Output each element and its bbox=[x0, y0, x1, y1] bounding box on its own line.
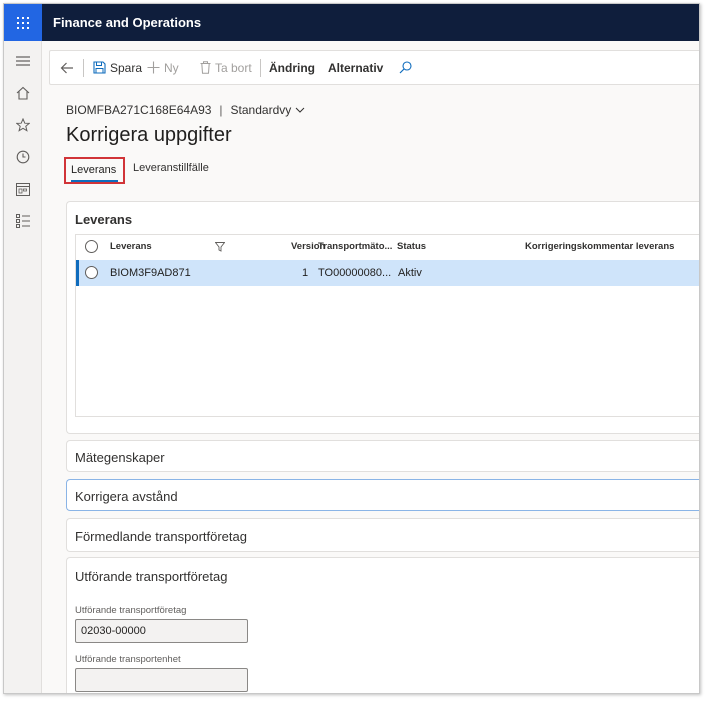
filter-icon[interactable] bbox=[215, 242, 225, 252]
hamburger-icon[interactable] bbox=[10, 49, 36, 73]
waffle-icon[interactable] bbox=[4, 4, 42, 41]
save-label: Spara bbox=[110, 60, 143, 75]
column-header-transport[interactable]: Transportmäto... bbox=[318, 235, 392, 259]
section-title: Förmedlande transportföretag bbox=[75, 529, 247, 544]
select-all-radio[interactable] bbox=[85, 240, 98, 253]
action-pane: Spara Ny Ta bort Ändring Alternativ bbox=[49, 50, 699, 85]
leverans-card: Leverans Leverans Version Transportmäto.… bbox=[66, 201, 699, 434]
edit-label: Ändring bbox=[269, 60, 315, 75]
workspace-icon[interactable] bbox=[10, 177, 36, 201]
delete-button[interactable]: Ta bort bbox=[200, 51, 252, 84]
new-button[interactable]: Ny bbox=[147, 51, 179, 84]
app-window: Finance and Operations Spara Ny Ta bort … bbox=[3, 3, 700, 694]
clock-icon[interactable] bbox=[10, 145, 36, 169]
section-title: Korrigera avstånd bbox=[75, 489, 178, 504]
delete-label: Ta bort bbox=[215, 60, 252, 75]
cell-transport[interactable]: TO00000080... bbox=[318, 260, 391, 286]
tab-leveranstillfalle[interactable]: Leveranstillfälle bbox=[133, 162, 209, 174]
back-button[interactable] bbox=[60, 51, 74, 84]
view-selector[interactable]: Standardvy bbox=[231, 103, 306, 117]
breadcrumb-separator: | bbox=[219, 103, 223, 117]
separator bbox=[260, 59, 261, 77]
section-title[interactable]: Utförande transportföretag bbox=[75, 569, 227, 584]
options-label: Alternativ bbox=[328, 60, 384, 75]
section-title: Mätegenskaper bbox=[75, 450, 165, 465]
star-icon[interactable] bbox=[10, 113, 36, 137]
section-korrigera-avstand[interactable]: Korrigera avstånd bbox=[66, 479, 699, 511]
search-button[interactable] bbox=[399, 51, 412, 84]
save-icon bbox=[93, 61, 106, 74]
leverans-grid: Leverans Version Transportmäto... Status… bbox=[75, 234, 699, 417]
section-formedlande[interactable]: Förmedlande transportföretag bbox=[66, 518, 699, 552]
cell-version: 1 bbox=[302, 267, 309, 279]
top-bar: Finance and Operations bbox=[4, 4, 699, 41]
tab-active-indicator bbox=[71, 180, 118, 182]
save-button[interactable]: Spara bbox=[93, 51, 142, 84]
column-header-status[interactable]: Status bbox=[397, 235, 426, 259]
separator bbox=[83, 59, 84, 77]
company-field[interactable]: 02030-00000 bbox=[75, 619, 248, 643]
row-select-radio[interactable] bbox=[85, 266, 98, 279]
leverans-card-title[interactable]: Leverans bbox=[75, 212, 132, 227]
column-header-kommentar[interactable]: Korrigeringskommentar leverans bbox=[525, 235, 674, 259]
search-icon bbox=[399, 61, 412, 74]
company-field-label: Utförande transportföretag bbox=[75, 605, 187, 616]
trash-icon bbox=[200, 61, 211, 74]
back-arrow-icon bbox=[60, 62, 73, 73]
section-utforande: Utförande transportföretag Utförande tra… bbox=[66, 557, 699, 693]
cell-leverans[interactable]: BIOM3F9AD871 bbox=[110, 260, 191, 286]
table-row[interactable]: BIOM3F9AD871 1 TO00000080... Aktiv bbox=[76, 260, 699, 286]
tab-label: Leverans bbox=[71, 164, 117, 176]
options-button[interactable]: Alternativ bbox=[328, 51, 383, 84]
cell-status: Aktiv bbox=[398, 267, 422, 279]
chevron-down-icon bbox=[295, 107, 305, 113]
tab-leverans[interactable]: Leverans bbox=[64, 157, 125, 184]
unit-field-label: Utförande transportenhet bbox=[75, 654, 181, 665]
view-name: Standardvy bbox=[230, 103, 292, 117]
new-label: Ny bbox=[164, 60, 179, 75]
unit-field[interactable] bbox=[75, 668, 248, 692]
record-id: BIOMFBA271C168E64A93 bbox=[66, 103, 212, 117]
section-metegenskaper[interactable]: Mätegenskaper bbox=[66, 440, 699, 472]
app-title[interactable]: Finance and Operations bbox=[53, 15, 201, 30]
edit-button[interactable]: Ändring bbox=[269, 51, 315, 84]
column-header-leverans[interactable]: Leverans bbox=[110, 235, 152, 259]
page-title: Korrigera uppgifter bbox=[66, 124, 232, 146]
plus-icon bbox=[147, 61, 160, 74]
home-icon[interactable] bbox=[10, 81, 36, 105]
list-icon[interactable] bbox=[10, 209, 36, 233]
breadcrumb: BIOMFBA271C168E64A93 | Standardvy bbox=[66, 103, 305, 117]
left-navigation bbox=[4, 41, 42, 693]
